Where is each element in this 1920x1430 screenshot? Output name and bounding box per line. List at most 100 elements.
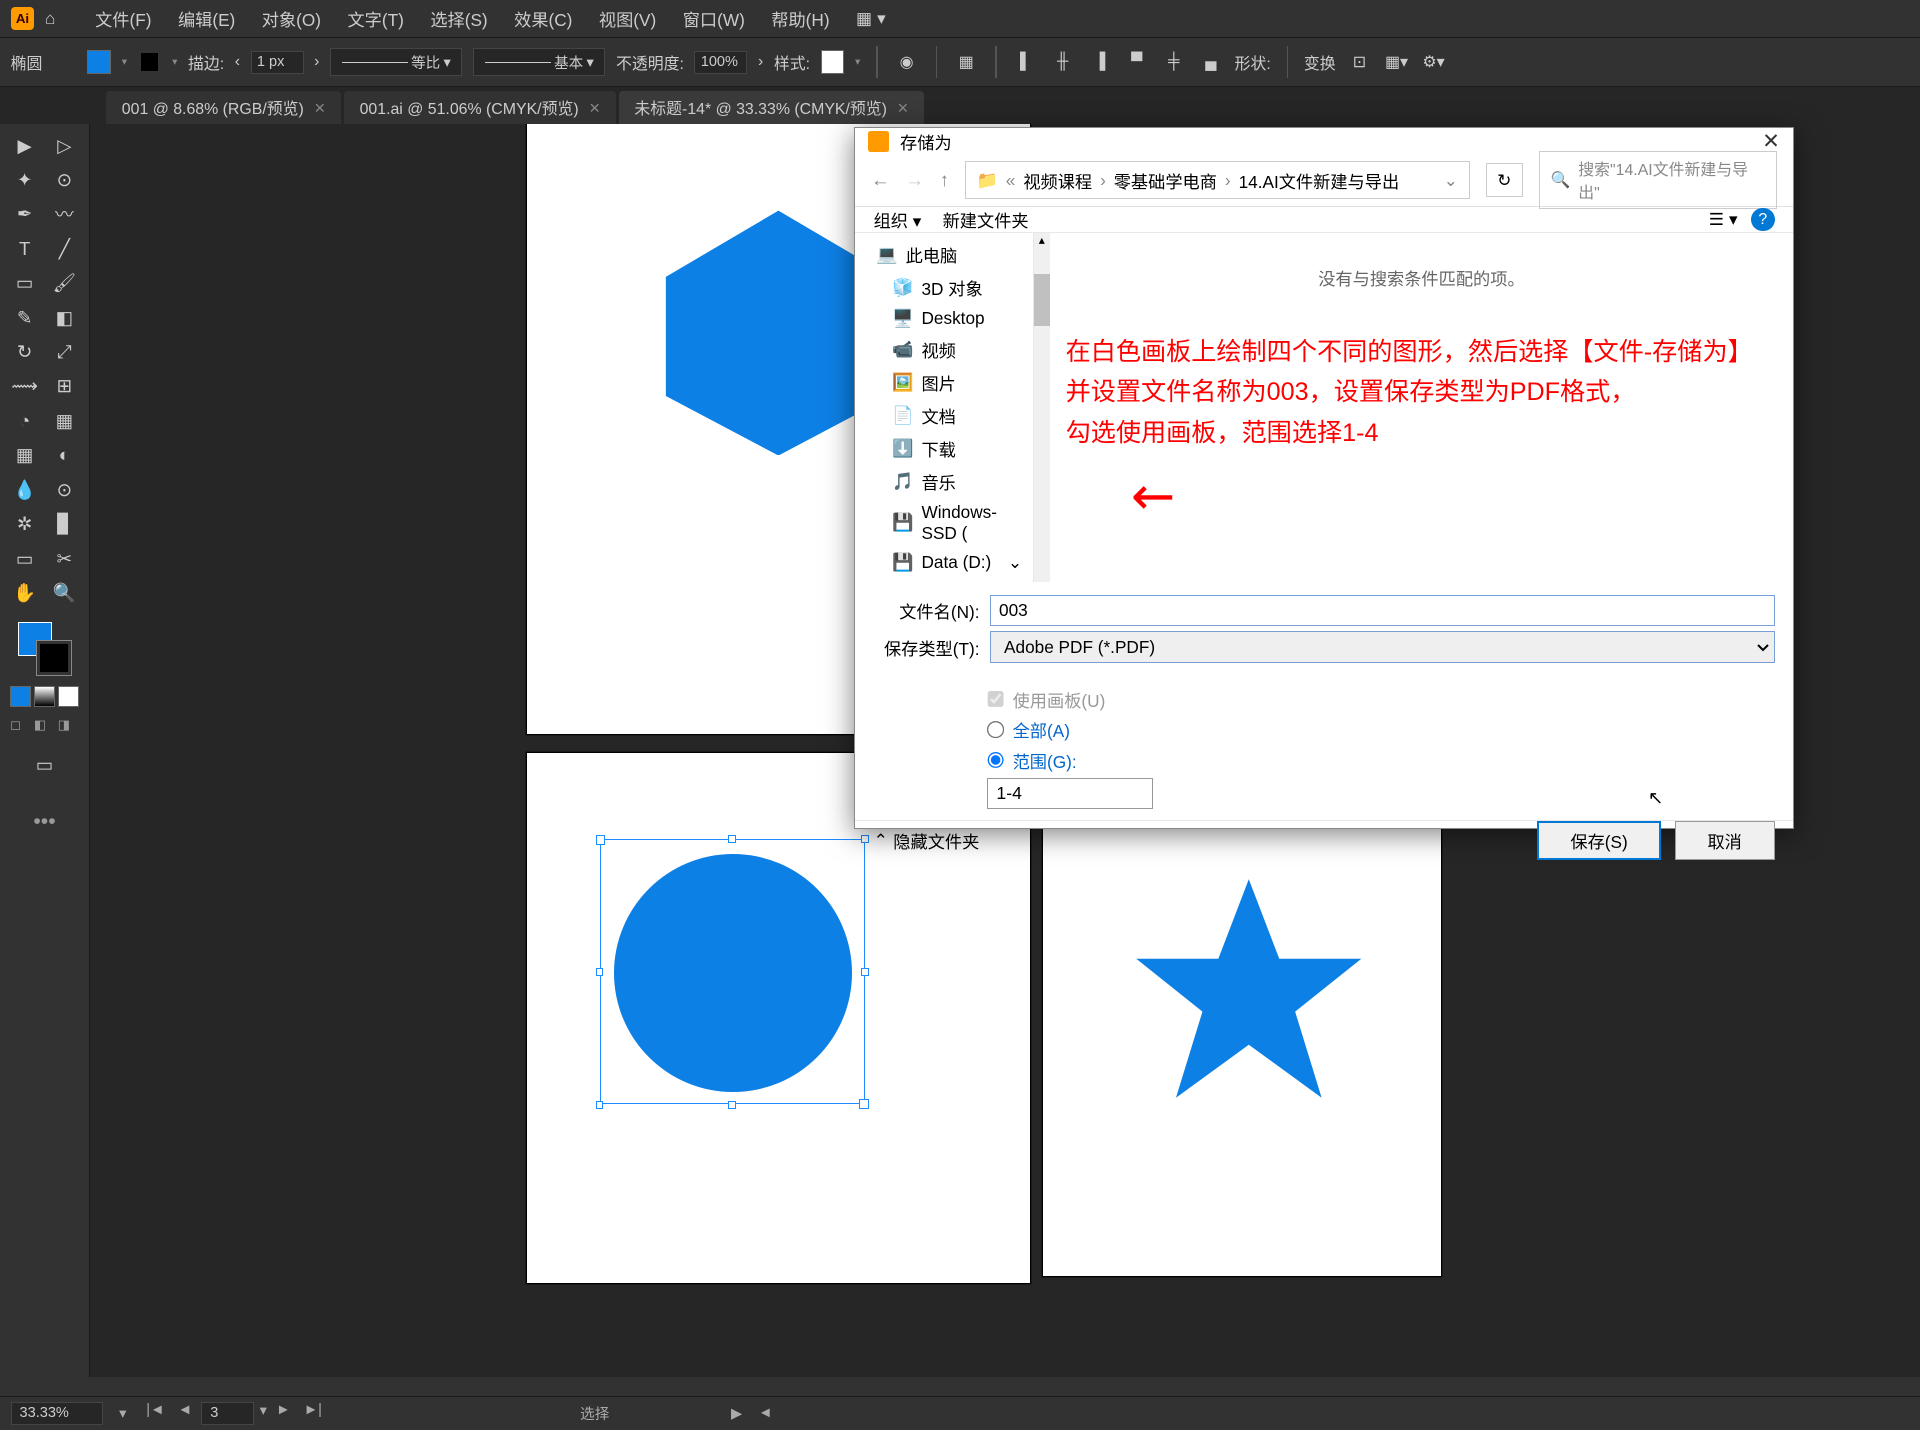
type-tool[interactable]: T <box>6 233 43 265</box>
zoom-tool[interactable]: 🔍 <box>46 577 83 609</box>
align-top-icon[interactable]: ▀ <box>1124 49 1150 75</box>
menu-object[interactable]: 对象(O) <box>249 6 335 31</box>
range-input[interactable] <box>987 778 1153 809</box>
curvature-tool[interactable]: 〰 <box>46 199 83 231</box>
zoom-dropdown[interactable]: ▾ <box>119 1405 126 1422</box>
sidebar-music[interactable]: 🎵音乐 <box>855 465 1033 498</box>
fill-color[interactable] <box>87 50 111 74</box>
menu-type[interactable]: 文字(T) <box>334 6 417 31</box>
artboard-tool[interactable]: ▭ <box>6 543 43 575</box>
tab-close-icon[interactable]: × <box>898 97 909 119</box>
breadcrumb[interactable]: 📁 « 视频课程 › 零基础学电商 › 14.AI文件新建与导出 ⌄ <box>965 161 1470 199</box>
shape-builder-tool[interactable]: ◔ <box>6 405 43 437</box>
scale-tool[interactable]: ⤢ <box>46 336 83 368</box>
breadcrumb-item[interactable]: 视频课程 <box>1023 168 1092 193</box>
sidebar-3d-objects[interactable]: 🧊3D 对象 <box>855 271 1033 304</box>
direct-selection-tool[interactable]: ▷ <box>46 130 83 162</box>
menu-select[interactable]: 选择(S) <box>417 6 501 31</box>
eyedropper-tool[interactable]: 💧 <box>6 474 43 506</box>
arrange-icon[interactable]: ▦▾ <box>1383 49 1409 75</box>
free-transform-tool[interactable]: ⊞ <box>46 371 83 403</box>
edit-toolbar[interactable]: ••• <box>33 810 55 834</box>
blend-tool[interactable]: ⊙ <box>46 474 83 506</box>
color-mode-gradient[interactable] <box>34 686 55 707</box>
dialog-file-list[interactable]: 没有与搜索条件匹配的项。 在白色画板上绘制四个不同的图形，然后选择【文件-存储为… <box>1050 233 1794 582</box>
zoom-input[interactable] <box>11 1402 104 1425</box>
selection-bounds[interactable] <box>600 839 865 1104</box>
stroke-dropdown[interactable]: ▾ <box>172 56 177 68</box>
nav-back-icon[interactable]: ← <box>871 169 890 191</box>
range-radio[interactable] <box>987 752 1004 769</box>
paintbrush-tool[interactable]: 🖌 <box>46 267 83 299</box>
tab-close-icon[interactable]: × <box>589 97 600 119</box>
menu-window[interactable]: 窗口(W) <box>669 6 758 31</box>
hide-folders-toggle[interactable]: ⌃ 隐藏文件夹 <box>874 828 980 853</box>
last-artboard-icon[interactable]: ►| <box>300 1402 326 1425</box>
new-folder-button[interactable]: 新建文件夹 <box>943 207 1029 232</box>
nav-up-icon[interactable]: ↑ <box>940 169 949 191</box>
sidebar-downloads[interactable]: ⬇️下载 <box>855 432 1033 465</box>
magic-wand-tool[interactable]: ✦ <box>6 164 43 196</box>
breadcrumb-item[interactable]: 14.AI文件新建与导出 <box>1239 168 1400 193</box>
organize-button[interactable]: 组织 ▾ <box>874 207 922 232</box>
sidebar-data-d[interactable]: 💾Data (D:)⌄ <box>855 548 1033 577</box>
menu-help[interactable]: 帮助(H) <box>758 6 843 31</box>
stroke-stepper-up[interactable]: › <box>314 53 319 71</box>
recolor-icon[interactable]: ◉ <box>893 49 919 75</box>
transform-label[interactable]: 变换 <box>1304 51 1336 74</box>
opacity-input[interactable] <box>694 51 747 74</box>
draw-normal-icon[interactable]: ◻ <box>10 717 31 738</box>
nav-forward-icon[interactable]: → <box>905 169 924 191</box>
cancel-button[interactable]: 取消 <box>1675 821 1775 861</box>
align-icon[interactable]: ▦ <box>953 49 979 75</box>
sidebar-scrollbar[interactable]: ▴ <box>1034 233 1050 582</box>
tab-3[interactable]: 未标题-14* @ 33.33% (CMYK/预览) × <box>619 91 925 125</box>
draw-behind-icon[interactable]: ◧ <box>34 717 55 738</box>
gradient-tool[interactable]: ◐ <box>46 439 83 471</box>
color-mode-fill[interactable] <box>10 686 31 707</box>
first-artboard-icon[interactable]: |◄ <box>142 1402 168 1425</box>
line-tool[interactable]: ╱ <box>46 233 83 265</box>
graphic-style[interactable] <box>821 50 845 74</box>
align-bottom-icon[interactable]: ▄ <box>1198 49 1224 75</box>
stroke-profile-select[interactable]: 基本 ▾ <box>473 48 605 76</box>
stroke-swatch[interactable] <box>37 641 71 675</box>
sidebar-documents[interactable]: 📄文档 <box>855 399 1033 432</box>
width-tool[interactable]: ⟿ <box>6 371 43 403</box>
shaper-tool[interactable]: ✎ <box>6 302 43 334</box>
fill-dropdown[interactable]: ▾ <box>122 56 127 68</box>
slice-tool[interactable]: ✂ <box>46 543 83 575</box>
align-center-h-icon[interactable]: ╫ <box>1049 49 1075 75</box>
stroke-style-select[interactable]: 等比 ▾ <box>330 48 462 76</box>
dialog-search[interactable]: 🔍 搜索"14.AI文件新建与导出" <box>1539 151 1777 210</box>
ellipse-shape[interactable] <box>614 854 852 1092</box>
all-label[interactable]: 全部(A) <box>1013 717 1070 742</box>
filename-input[interactable] <box>990 595 1775 626</box>
tab-2[interactable]: 001.ai @ 51.06% (CMYK/预览) × <box>344 91 616 125</box>
save-button[interactable]: 保存(S) <box>1537 821 1662 861</box>
eraser-tool[interactable]: ◧ <box>46 302 83 334</box>
color-controls[interactable] <box>18 622 71 675</box>
lasso-tool[interactable]: ⊙ <box>46 164 83 196</box>
perspective-tool[interactable]: ▦ <box>46 405 83 437</box>
tab-close-icon[interactable]: × <box>314 97 325 119</box>
selection-tool[interactable]: ▶ <box>6 130 43 162</box>
menu-edit[interactable]: 编辑(E) <box>165 6 249 31</box>
align-center-v-icon[interactable]: ╪ <box>1161 49 1187 75</box>
opacity-stepper[interactable]: › <box>758 53 763 71</box>
view-mode-icon[interactable]: ☰ ▾ <box>1709 209 1738 230</box>
screen-mode-tool[interactable]: ▭ <box>26 749 63 781</box>
tab-1[interactable]: 001 @ 8.68% (RGB/预览) × <box>106 91 341 125</box>
graph-tool[interactable]: ▊ <box>46 508 83 540</box>
refresh-icon[interactable]: ↻ <box>1486 163 1524 197</box>
draw-inside-icon[interactable]: ◨ <box>58 717 79 738</box>
sidebar-windows-ssd[interactable]: 💾Windows-SSD ( <box>855 498 1033 548</box>
artboard-number-input[interactable] <box>201 1402 254 1425</box>
stroke-stepper-down[interactable]: ‹ <box>235 53 240 71</box>
status-play-icon[interactable]: ▶ <box>731 1405 742 1422</box>
pen-tool[interactable]: ✒ <box>6 199 43 231</box>
align-left-icon[interactable]: ▌ <box>1012 49 1038 75</box>
menu-view[interactable]: 视图(V) <box>586 6 670 31</box>
sidebar-this-pc[interactable]: 💻此电脑 <box>855 238 1033 271</box>
menu-effect[interactable]: 效果(C) <box>501 6 586 31</box>
